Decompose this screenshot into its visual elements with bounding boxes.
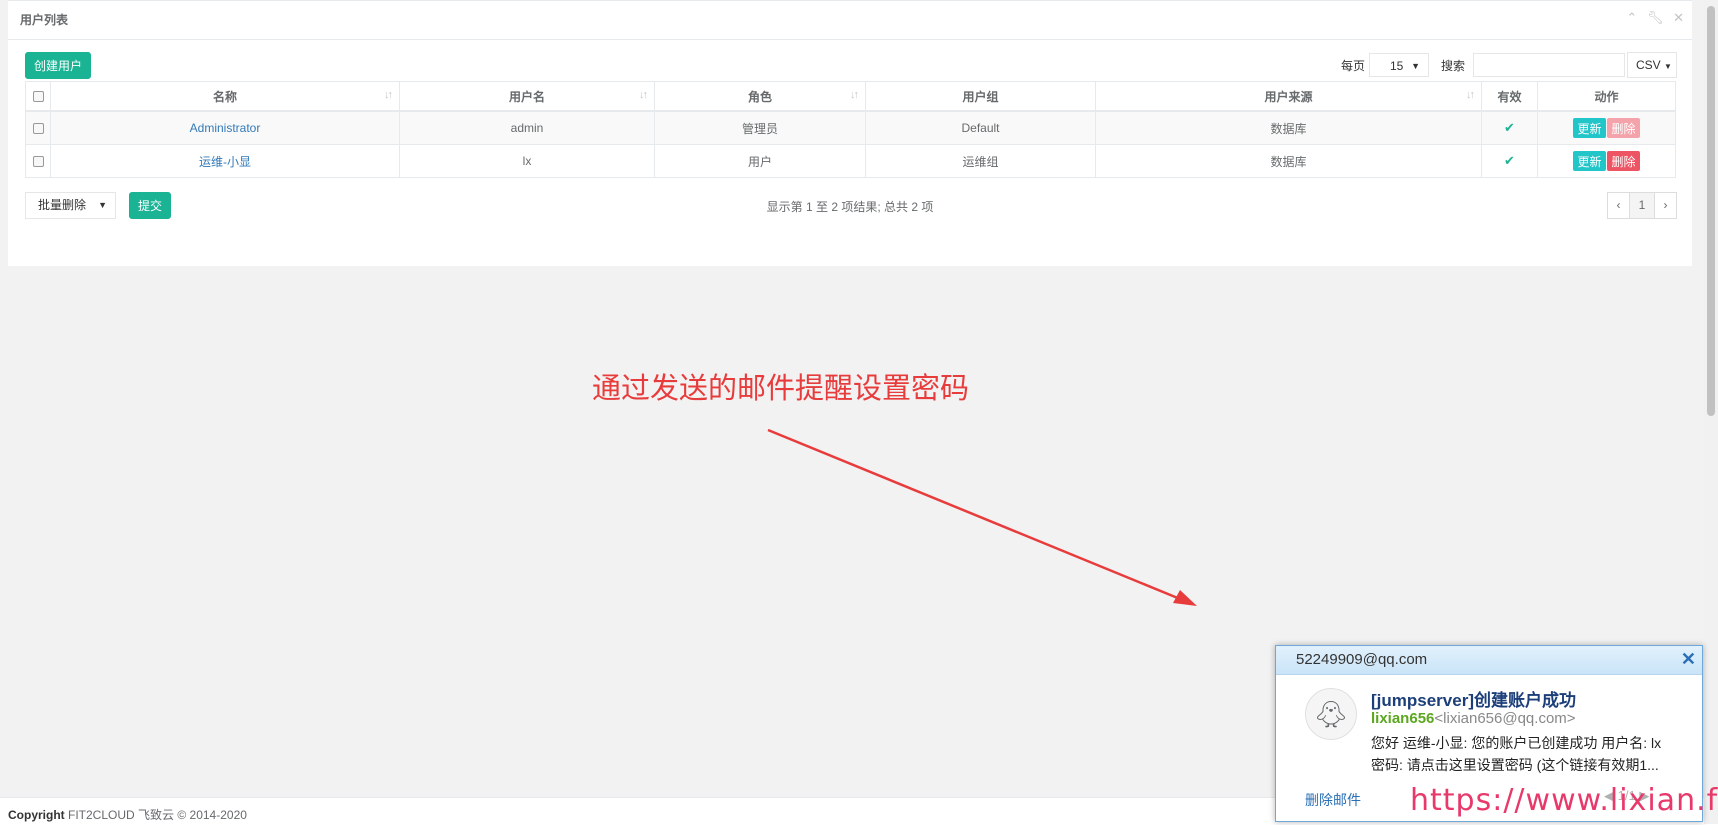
delete-mail-link[interactable]: 删除邮件 <box>1305 790 1361 810</box>
mail-account: 52249909@qq.com <box>1296 651 1428 668</box>
close-icon[interactable]: ✕ <box>1681 649 1696 670</box>
mail-body-line: 密码: 请点击这里设置密码 (这个链接有效期1... <box>1371 757 1659 773</box>
scrollbar-thumb[interactable] <box>1707 6 1715 416</box>
copyright-label: Copyright <box>8 808 65 822</box>
mail-sender: lixian656<lixian656@qq.com> <box>1371 710 1576 727</box>
mail-preview[interactable]: 您好 运维-小显: 您的账户已创建成功 用户名: lx 密码: 请点击这里设置密… <box>1371 732 1691 776</box>
mail-subject[interactable]: [jumpserver]创建账户成功 <box>1371 686 1576 711</box>
sender-address: <lixian656@qq.com> <box>1434 710 1576 727</box>
mail-body-line: 您好 运维-小显: 您的账户已创建成功 用户名: lx <box>1371 735 1662 751</box>
page-scrollbar[interactable] <box>1704 0 1718 824</box>
watermark-text: https://www.lixian.fun <box>1410 783 1718 818</box>
sender-name: lixian656 <box>1371 710 1435 727</box>
sender-avatar-icon: 🐥︎ <box>1305 688 1357 740</box>
copyright-text: FIT2CLOUD 飞致云 © 2014-2020 <box>64 808 247 822</box>
mail-header: 52249909@qq.com ✕ <box>1276 646 1702 675</box>
footer-text: Copyright FIT2CLOUD 飞致云 © 2014-2020 <box>8 806 247 823</box>
